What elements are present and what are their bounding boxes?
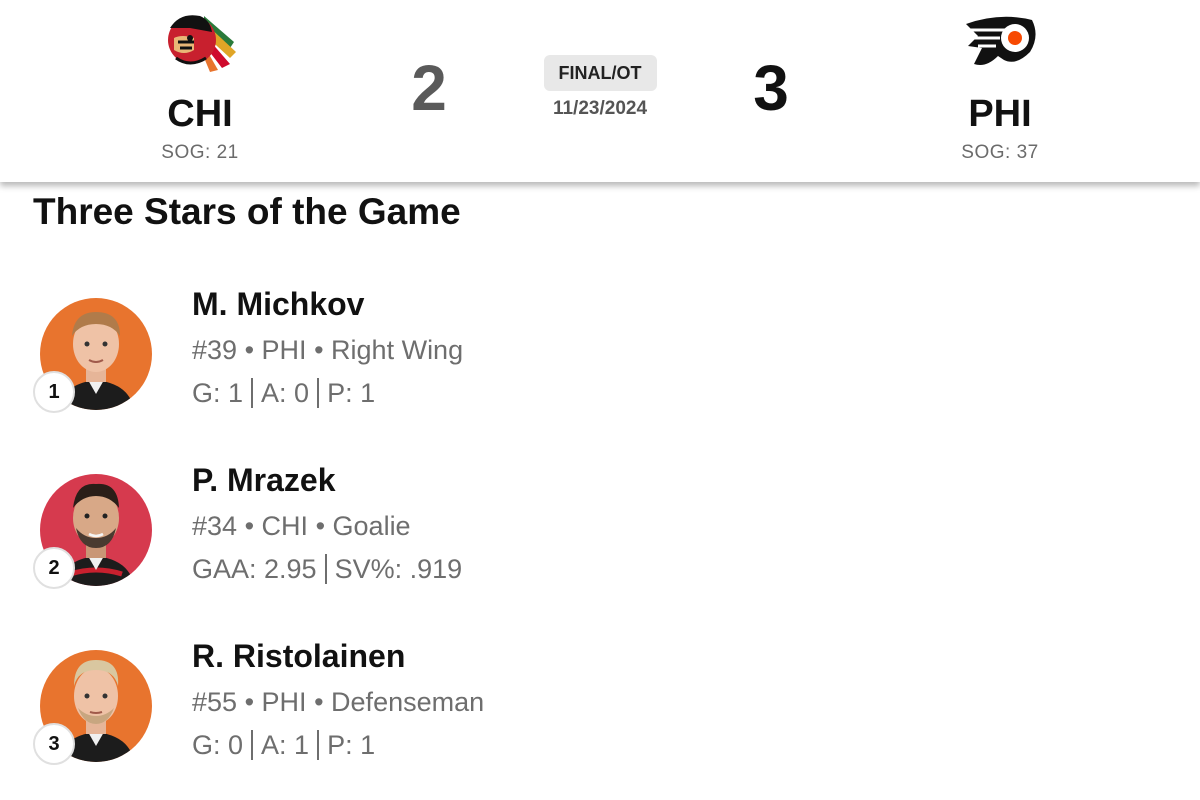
player-avatar-wrap: 2 <box>33 474 152 589</box>
star-row-2[interactable]: 2 P. Mrazek #34 • CHI • Goalie GAA: 2.95… <box>0 462 1200 624</box>
stat-divider <box>317 730 320 760</box>
player-name[interactable]: R. Ristolainen <box>192 636 484 676</box>
player-stats: G: 0 A: 1 P: 1 <box>192 728 484 762</box>
player-info: M. Michkov #39 • PHI • Right Wing G: 1 A:… <box>192 284 463 410</box>
player-stats: GAA: 2.95 SV%: .919 <box>192 552 462 586</box>
game-status: FINAL/OT 11/23/2024 <box>500 55 700 121</box>
rank-badge: 2 <box>33 547 75 589</box>
player-meta: #55 • PHI • Defenseman <box>192 685 484 719</box>
stat-assists: A: 0 <box>261 378 310 408</box>
meta-separator: • <box>244 687 255 717</box>
player-avatar-wrap: 3 <box>33 650 152 765</box>
player-avatar-wrap: 1 <box>33 298 152 413</box>
home-team-abbr: PHI <box>968 93 1032 135</box>
home-score: 3 <box>753 52 789 124</box>
star-row-3[interactable]: 3 R. Ristolainen #55 • PHI • Defenseman … <box>0 638 1200 800</box>
away-team-abbr: CHI <box>167 93 233 135</box>
meta-separator: • <box>314 687 324 717</box>
scoreboard-header: CHI SOG: 21 2 FINAL/OT 11/23/2024 3 PHI … <box>0 0 1200 182</box>
rank-badge: 1 <box>33 371 75 413</box>
star-row-1[interactable]: 1 M. Michkov #39 • PHI • Right Wing G: 1… <box>0 286 1200 448</box>
player-name[interactable]: P. Mrazek <box>192 460 462 500</box>
player-number: #39 <box>192 335 238 365</box>
stat-divider <box>317 378 320 408</box>
blackhawks-logo-icon <box>168 15 236 72</box>
meta-separator: • <box>315 511 326 541</box>
stat-divider <box>251 730 254 760</box>
game-date: 11/23/2024 <box>552 98 648 119</box>
meta-separator: • <box>314 335 324 365</box>
stat-save-pct: SV%: .919 <box>334 554 463 584</box>
player-position: Defenseman <box>331 687 485 717</box>
away-team[interactable]: CHI SOG: 21 <box>100 0 300 164</box>
player-info: P. Mrazek #34 • CHI • Goalie GAA: 2.95 SV… <box>192 460 462 586</box>
player-meta: #39 • PHI • Right Wing <box>192 333 463 367</box>
player-team: PHI <box>261 335 307 365</box>
stat-divider <box>324 554 327 584</box>
meta-separator: • <box>244 335 255 365</box>
home-team-sog: SOG: 37 <box>961 142 1039 163</box>
stat-goals: G: 1 <box>192 378 244 408</box>
player-stats: G: 1 A: 0 P: 1 <box>192 376 463 410</box>
stat-assists: A: 1 <box>261 730 310 760</box>
player-position: Right Wing <box>331 335 464 365</box>
player-meta: #34 • CHI • Goalie <box>192 509 462 543</box>
away-score: 2 <box>411 52 447 124</box>
player-position: Goalie <box>332 511 411 541</box>
player-number: #55 <box>192 687 238 717</box>
player-team: CHI <box>261 511 309 541</box>
home-team[interactable]: PHI SOG: 37 <box>900 0 1100 164</box>
rank-badge: 3 <box>33 723 75 765</box>
player-team: PHI <box>261 687 307 717</box>
flyers-logo-icon <box>966 16 1036 65</box>
section-title: Three Stars of the Game <box>33 191 461 232</box>
stat-points: P: 1 <box>327 378 376 408</box>
player-info: R. Ristolainen #55 • PHI • Defenseman G:… <box>192 636 484 762</box>
player-number: #34 <box>192 511 238 541</box>
stat-goals: G: 0 <box>192 730 244 760</box>
meta-separator: • <box>244 511 255 541</box>
stat-points: P: 1 <box>327 730 376 760</box>
stat-divider <box>251 378 254 408</box>
stat-gaa: GAA: 2.95 <box>192 554 317 584</box>
player-name[interactable]: M. Michkov <box>192 284 463 324</box>
status-badge: FINAL/OT <box>543 55 657 91</box>
away-team-sog: SOG: 21 <box>161 142 239 163</box>
